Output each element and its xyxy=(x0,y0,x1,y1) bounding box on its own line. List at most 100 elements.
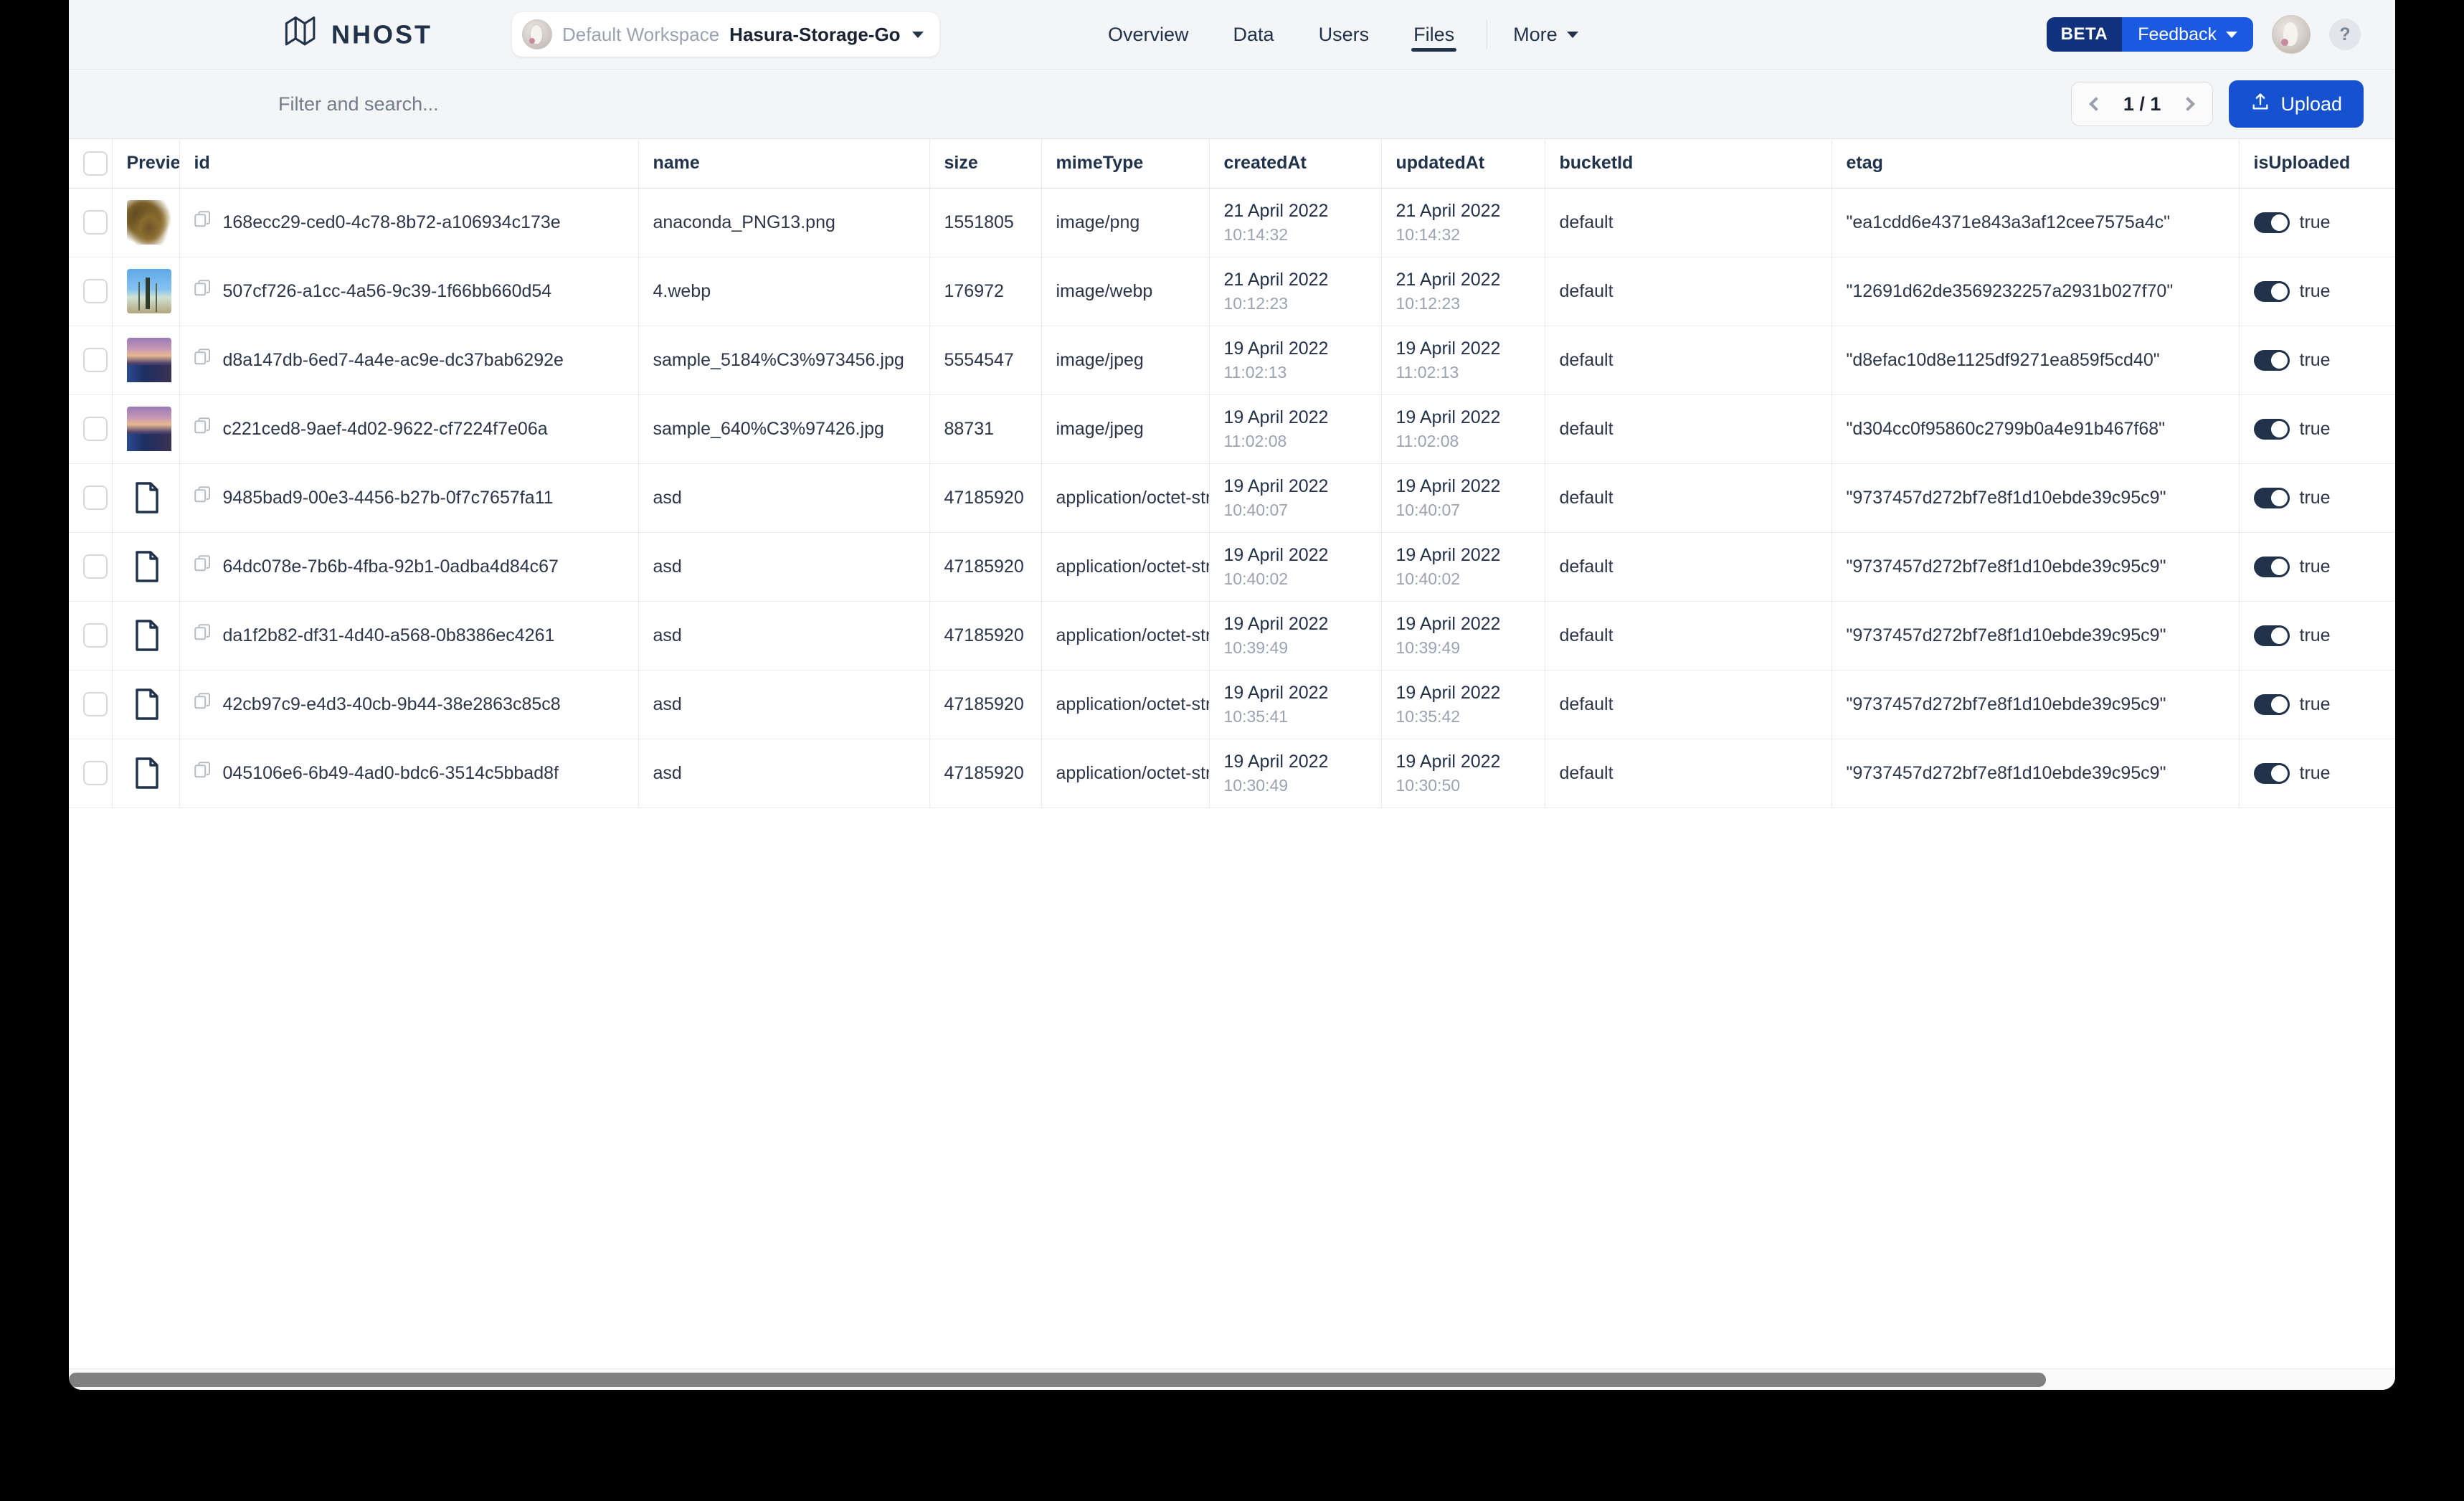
updated-time: 10:35:42 xyxy=(1396,706,1461,726)
cell-updatedat: 19 April 2022 11:02:08 xyxy=(1381,394,1545,464)
column-header-isuploaded[interactable]: isUploaded xyxy=(2239,139,2395,189)
row-select-checkbox[interactable] xyxy=(83,692,108,716)
cell-mimetype: image/webp xyxy=(1041,257,1210,326)
feedback-button[interactable]: Feedback xyxy=(2122,17,2253,52)
cell-bucketid: default xyxy=(1545,670,1832,739)
cell-isuploaded: true xyxy=(2239,739,2395,808)
table-row[interactable]: 168ecc29-ced0-4c78-8b72-a106934c173e anac… xyxy=(69,188,2395,257)
column-header-createdat[interactable]: createdAt xyxy=(1209,139,1382,189)
row-select-checkbox[interactable] xyxy=(83,623,108,648)
column-header-updatedat[interactable]: updatedAt xyxy=(1381,139,1545,189)
table-row[interactable]: 507cf726-a1cc-4a56-9c39-1f66bb660d54 4.we… xyxy=(69,257,2395,326)
cell-bucketid: default xyxy=(1545,188,1832,257)
column-header-etag[interactable]: etag xyxy=(1832,139,2240,189)
horizontal-scrollbar-thumb[interactable] xyxy=(69,1372,2047,1387)
nav-item-files[interactable]: Files xyxy=(1391,0,1477,69)
created-time: 10:35:41 xyxy=(1223,706,1289,726)
is-uploaded-label: true xyxy=(2299,349,2331,370)
cell-name: anaconda_PNG13.png xyxy=(638,188,930,257)
cell-preview xyxy=(112,601,180,671)
workspace-project-selector[interactable]: Default Workspace Hasura-Storage-Go xyxy=(512,12,939,57)
cell-bucketid: default xyxy=(1545,257,1832,326)
file-thumbnail[interactable] xyxy=(126,269,171,313)
is-uploaded-toggle[interactable] xyxy=(2253,280,2290,302)
is-uploaded-toggle[interactable] xyxy=(2253,349,2290,371)
row-select-checkbox[interactable] xyxy=(83,210,108,235)
table-row[interactable]: 42cb97c9-e4d3-40cb-9b44-38e2863c85c8 asd 4… xyxy=(69,670,2395,739)
cell-createdat: 21 April 2022 10:12:23 xyxy=(1209,257,1382,326)
row-select-checkbox[interactable] xyxy=(83,279,108,303)
cell-mimetype: application/octet-stream xyxy=(1041,601,1210,671)
copy-icon[interactable] xyxy=(194,623,212,648)
cell-name: sample_640%C3%97426.jpg xyxy=(638,394,930,464)
cell-createdat: 19 April 2022 10:35:41 xyxy=(1209,670,1382,739)
is-uploaded-toggle[interactable] xyxy=(2253,625,2290,646)
copy-icon[interactable] xyxy=(194,417,212,441)
file-thumbnail[interactable] xyxy=(126,338,171,382)
cell-size: 47185920 xyxy=(929,463,1042,533)
beta-feedback-button[interactable]: BETA Feedback xyxy=(2046,17,2253,52)
column-header-preview[interactable]: Preview xyxy=(112,139,180,189)
is-uploaded-toggle[interactable] xyxy=(2253,487,2290,508)
created-date: 19 April 2022 xyxy=(1223,752,1329,772)
table-row[interactable]: 64dc078e-7b6b-4fba-92b1-0adba4d84c67 asd 4… xyxy=(69,532,2395,602)
column-header-name[interactable]: name xyxy=(638,139,930,189)
file-thumbnail[interactable] xyxy=(126,200,171,245)
upload-button[interactable]: Upload xyxy=(2229,80,2364,128)
header-actions: BETA Feedback ? xyxy=(2046,15,2361,54)
is-uploaded-toggle[interactable] xyxy=(2253,762,2290,784)
table-row[interactable]: da1f2b82-df31-4d40-a568-0b8386ec4261 asd 4… xyxy=(69,601,2395,671)
pagination-prev-button[interactable] xyxy=(2077,82,2115,126)
row-select-checkbox[interactable] xyxy=(83,486,108,510)
cell-createdat: 19 April 2022 11:02:13 xyxy=(1209,326,1382,395)
cell-updatedat: 19 April 2022 10:39:49 xyxy=(1381,601,1545,671)
is-uploaded-toggle[interactable] xyxy=(2253,418,2290,440)
table-row[interactable]: c221ced8-9aef-4d02-9622-cf7224f7e06a samp… xyxy=(69,394,2395,464)
nhost-logo[interactable]: NHOST xyxy=(280,13,432,57)
column-header-mimetype[interactable]: mimeType xyxy=(1041,139,1210,189)
row-select-checkbox[interactable] xyxy=(83,554,108,579)
is-uploaded-toggle[interactable] xyxy=(2253,212,2290,233)
row-select-checkbox[interactable] xyxy=(83,417,108,441)
file-icon xyxy=(127,550,165,583)
files-table-scroll-area[interactable]: Preview id name size mimeType createdAt … xyxy=(69,139,2395,1390)
nav-item-more[interactable]: More xyxy=(1497,24,1594,46)
copy-icon[interactable] xyxy=(194,554,212,579)
created-time: 10:40:07 xyxy=(1223,500,1289,519)
horizontal-scrollbar[interactable] xyxy=(69,1368,2395,1390)
column-header-size[interactable]: size xyxy=(929,139,1042,189)
search-input[interactable] xyxy=(273,80,2071,128)
copy-icon[interactable] xyxy=(194,210,212,235)
search-box[interactable] xyxy=(273,80,2071,128)
nav-item-data[interactable]: Data xyxy=(1211,0,1297,69)
select-all-checkbox[interactable] xyxy=(83,151,108,176)
row-select-checkbox[interactable] xyxy=(83,761,108,785)
table-row[interactable]: 045106e6-6b49-4ad0-bdc6-3514c5bbad8f asd 4… xyxy=(69,739,2395,808)
help-button[interactable]: ? xyxy=(2329,19,2361,50)
cell-mimetype: application/octet-stream xyxy=(1041,739,1210,808)
file-thumbnail[interactable] xyxy=(126,407,171,451)
nav-item-overview[interactable]: Overview xyxy=(1086,0,1211,69)
created-date: 19 April 2022 xyxy=(1223,683,1329,704)
cell-bucketid: default xyxy=(1545,532,1832,602)
file-id-text: da1f2b82-df31-4d40-a568-0b8386ec4261 xyxy=(222,625,555,645)
avatar[interactable] xyxy=(2272,15,2311,54)
updated-time: 11:02:08 xyxy=(1396,431,1459,450)
is-uploaded-toggle[interactable] xyxy=(2253,693,2290,715)
row-select-checkbox[interactable] xyxy=(83,348,108,372)
pagination-next-button[interactable] xyxy=(2169,82,2207,126)
copy-icon[interactable] xyxy=(194,486,212,510)
copy-icon[interactable] xyxy=(194,692,212,716)
cell-preview xyxy=(112,326,180,395)
table-row[interactable]: d8a147db-6ed7-4a4e-ac9e-dc37bab6292e samp… xyxy=(69,326,2395,395)
is-uploaded-toggle[interactable] xyxy=(2253,556,2290,577)
column-header-bucketid[interactable]: bucketId xyxy=(1545,139,1832,189)
copy-icon[interactable] xyxy=(194,279,212,303)
copy-icon[interactable] xyxy=(194,348,212,372)
nav-item-users[interactable]: Users xyxy=(1297,0,1392,69)
cell-id: da1f2b82-df31-4d40-a568-0b8386ec4261 xyxy=(179,601,639,671)
table-row[interactable]: 9485bad9-00e3-4456-b27b-0f7c7657fa11 asd 4… xyxy=(69,463,2395,533)
copy-icon[interactable] xyxy=(194,761,212,785)
cell-name: asd xyxy=(638,670,930,739)
column-header-id[interactable]: id xyxy=(179,139,639,189)
